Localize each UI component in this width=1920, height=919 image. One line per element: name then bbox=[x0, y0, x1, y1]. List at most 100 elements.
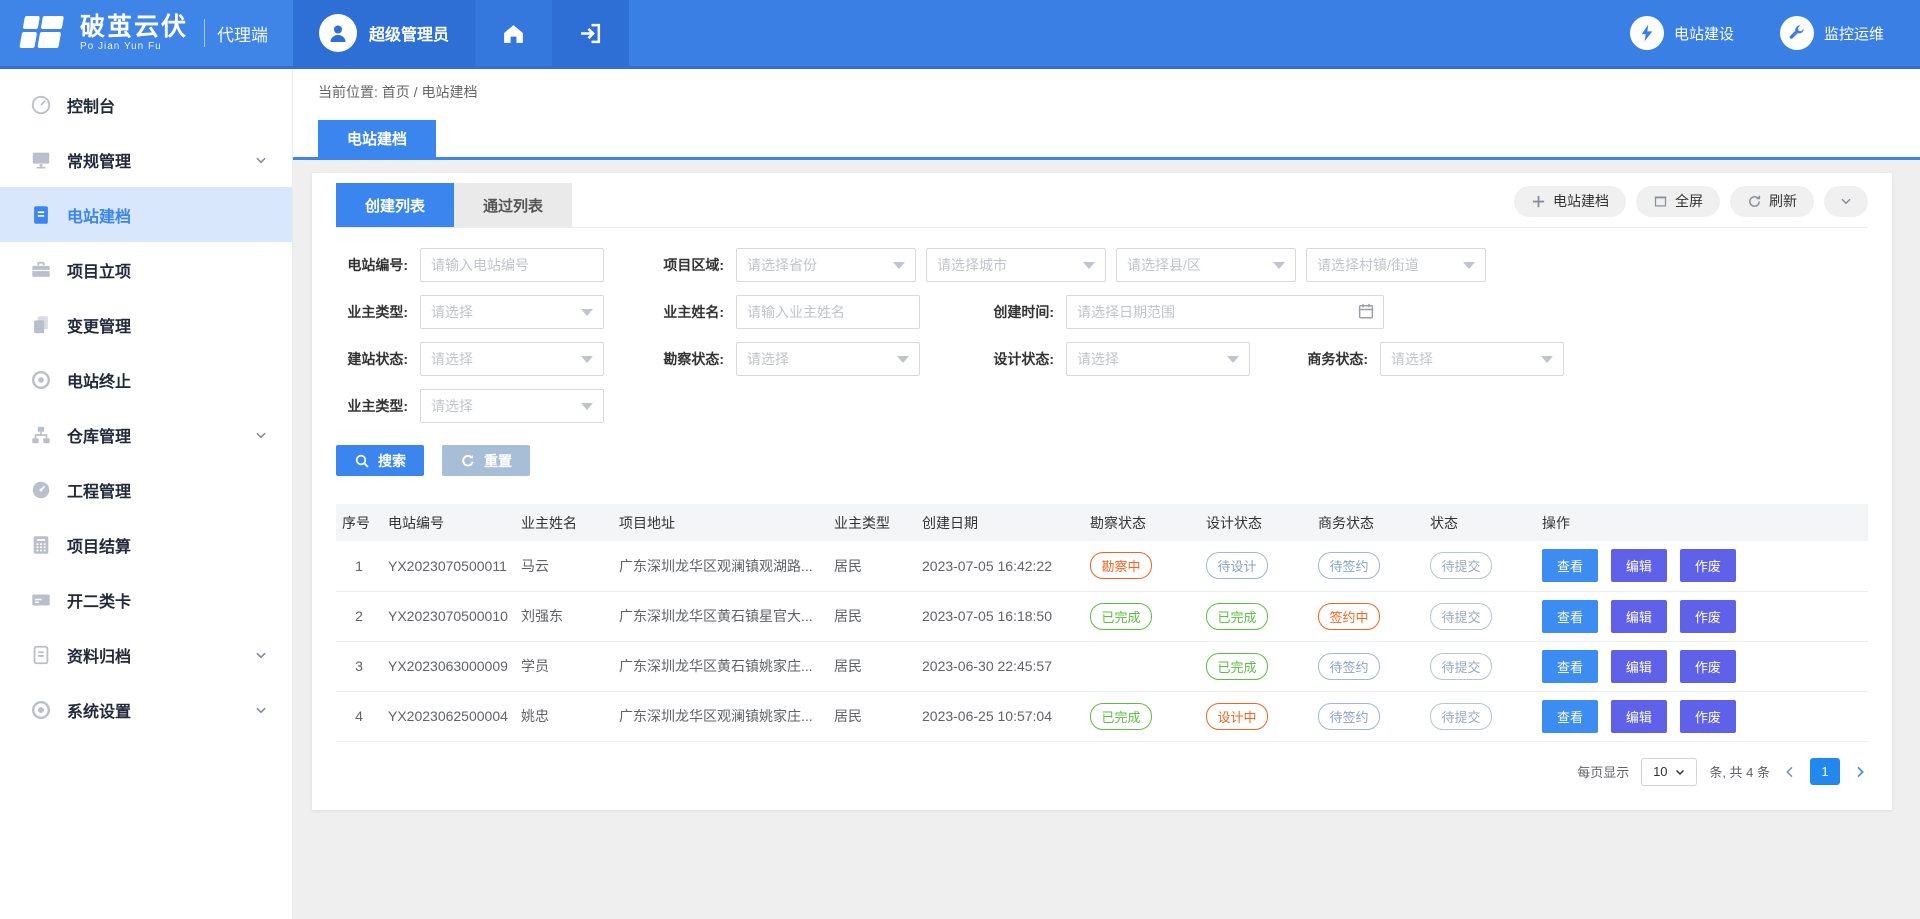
create-time-range-input[interactable] bbox=[1066, 295, 1384, 329]
sidebar-item-project-settlement[interactable]: 项目结算 bbox=[0, 517, 292, 572]
topbar: 破茧云伏 Po Jian Yun Fu 代理端 超级管理员 bbox=[0, 0, 1920, 69]
sidebar-item-class2-card[interactable]: 开二类卡 bbox=[0, 572, 292, 627]
view-button[interactable]: 查看 bbox=[1542, 600, 1598, 633]
quick-link-station-build[interactable]: 电站建设 bbox=[1630, 16, 1734, 50]
status-badge: 待提交 bbox=[1430, 552, 1492, 579]
page-tab-station-archive[interactable]: 电站建档 bbox=[318, 120, 436, 157]
card-icon bbox=[30, 589, 52, 611]
design-status-badge: 设计中 bbox=[1206, 703, 1268, 730]
void-button[interactable]: 作废 bbox=[1680, 600, 1736, 633]
sidebar-item-station-archive[interactable]: 电站建档 bbox=[0, 187, 292, 242]
void-button[interactable]: 作废 bbox=[1680, 700, 1736, 733]
page-number-button[interactable]: 1 bbox=[1810, 758, 1840, 785]
design-status-badge: 已完成 bbox=[1206, 603, 1268, 630]
chevron-down-icon bbox=[1674, 766, 1686, 778]
brand-subtitle: Po Jian Yun Fu bbox=[80, 41, 188, 52]
wrench-icon bbox=[1787, 24, 1806, 43]
void-button[interactable]: 作废 bbox=[1680, 549, 1736, 582]
content: 创建列表 通过列表 电站建档 全屏 bbox=[293, 160, 1920, 919]
caret-down-icon bbox=[897, 356, 909, 363]
caret-down-icon bbox=[1227, 356, 1239, 363]
search-button[interactable]: 搜索 bbox=[336, 445, 424, 476]
create-station-button[interactable]: 电站建档 bbox=[1514, 186, 1626, 217]
caret-down-icon bbox=[893, 262, 905, 269]
more-toggle-button[interactable] bbox=[1824, 186, 1868, 217]
view-button[interactable]: 查看 bbox=[1542, 700, 1598, 733]
topbar-segments: 超级管理员 bbox=[293, 0, 629, 66]
per-page-select[interactable]: 10 bbox=[1641, 758, 1697, 786]
build-status-select[interactable]: 请选择 bbox=[420, 342, 604, 376]
edit-button[interactable]: 编辑 bbox=[1611, 600, 1667, 633]
avatar bbox=[319, 14, 357, 52]
per-page-label: 每页显示 bbox=[1577, 762, 1629, 781]
prev-page-button[interactable] bbox=[1782, 764, 1798, 780]
caret-down-icon bbox=[581, 309, 593, 316]
sidebar-item-general-mgmt[interactable]: 常规管理 bbox=[0, 132, 292, 187]
calculator-icon bbox=[30, 534, 52, 556]
sidebar-item-system-settings[interactable]: 系统设置 bbox=[0, 682, 292, 737]
edit-button[interactable]: 编辑 bbox=[1611, 700, 1667, 733]
sidebar-item-warehouse-mgmt[interactable]: 仓库管理 bbox=[0, 407, 292, 462]
owner-type-select[interactable]: 请选择 bbox=[420, 295, 604, 329]
breadcrumb-label: 当前位置: bbox=[318, 84, 378, 100]
sidebar-item-project-initiation[interactable]: 项目立项 bbox=[0, 242, 292, 297]
void-button[interactable]: 作废 bbox=[1680, 650, 1736, 683]
design-status-select[interactable]: 请选择 bbox=[1066, 342, 1250, 376]
quick-link-monitor-ops[interactable]: 监控运维 bbox=[1780, 16, 1884, 50]
refresh-icon bbox=[1747, 194, 1762, 209]
chevron-down-icon bbox=[254, 428, 268, 442]
app-root: 破茧云伏 Po Jian Yun Fu 代理端 超级管理员 bbox=[0, 0, 1920, 919]
owner-name-input[interactable] bbox=[736, 295, 920, 329]
survey-status-badge: 已完成 bbox=[1090, 603, 1152, 630]
home-button[interactable] bbox=[475, 0, 552, 66]
stations-table: 序号 电站编号 业主姓名 项目地址 业主类型 创建日期 勘察状态 设计状态 商务… bbox=[336, 504, 1868, 742]
logout-button[interactable] bbox=[552, 0, 629, 66]
tab-create-list[interactable]: 创建列表 bbox=[336, 183, 454, 227]
sidebar-item-console[interactable]: 控制台 bbox=[0, 77, 292, 132]
district-select[interactable]: 请选择县/区 bbox=[1116, 248, 1296, 282]
quick-link-label: 电站建设 bbox=[1674, 23, 1734, 44]
chevron-down-icon bbox=[1839, 194, 1853, 208]
table-row: 2 YX2023070500010 刘强东 广东深圳龙华区黄石镇星官大... 居… bbox=[336, 591, 1868, 641]
refresh-button[interactable]: 刷新 bbox=[1730, 186, 1814, 217]
fullscreen-button[interactable]: 全屏 bbox=[1636, 186, 1720, 217]
reset-icon bbox=[460, 453, 476, 469]
gauge-icon bbox=[30, 94, 52, 116]
user-menu[interactable]: 超级管理员 bbox=[293, 0, 475, 66]
view-button[interactable]: 查看 bbox=[1542, 650, 1598, 683]
edit-button[interactable]: 编辑 bbox=[1611, 650, 1667, 683]
sidebar-item-data-archive[interactable]: 资料归档 bbox=[0, 627, 292, 682]
chevron-left-icon bbox=[1782, 764, 1798, 780]
reset-button[interactable]: 重置 bbox=[442, 445, 530, 476]
street-select[interactable]: 请选择村镇/街道 bbox=[1306, 248, 1486, 282]
edit-button[interactable]: 编辑 bbox=[1611, 549, 1667, 582]
pagination: 每页显示 10 条, 共 4 条 1 bbox=[336, 758, 1868, 786]
breadcrumb-path[interactable]: 首页 / 电站建档 bbox=[382, 84, 478, 100]
caret-down-icon bbox=[581, 356, 593, 363]
province-select[interactable]: 请选择省份 bbox=[736, 248, 916, 282]
filter-form: 电站编号: 项目区域: 请选择省份 请选择城市 请选择县/区 请选择村镇/街道 bbox=[336, 248, 1868, 423]
table-row: 3 YX2023063000009 学员 广东深圳龙华区黄石镇姚家庄... 居民… bbox=[336, 641, 1868, 691]
settings-icon bbox=[30, 699, 52, 721]
chevron-down-icon bbox=[254, 703, 268, 717]
archive-icon bbox=[30, 644, 52, 666]
owner-type-select-2[interactable]: 请选择 bbox=[420, 389, 604, 423]
view-button[interactable]: 查看 bbox=[1542, 549, 1598, 582]
business-status-select[interactable]: 请选择 bbox=[1380, 342, 1564, 376]
design-status-badge: 待设计 bbox=[1206, 552, 1268, 579]
sidebar-item-station-termination[interactable]: 电站终止 bbox=[0, 352, 292, 407]
survey-status-select[interactable]: 请选择 bbox=[736, 342, 920, 376]
page-header: 当前位置: 首页 / 电站建档 电站建档 bbox=[293, 69, 1920, 160]
city-select[interactable]: 请选择城市 bbox=[926, 248, 1106, 282]
tab-approved-list[interactable]: 通过列表 bbox=[454, 183, 572, 227]
brand-logo-icon bbox=[19, 16, 71, 50]
next-page-button[interactable] bbox=[1852, 764, 1868, 780]
sidebar-item-change-mgmt[interactable]: 变更管理 bbox=[0, 297, 292, 352]
station-no-input[interactable] bbox=[420, 248, 604, 282]
chevron-down-icon bbox=[254, 153, 268, 167]
brand-block: 破茧云伏 Po Jian Yun Fu 代理端 bbox=[0, 0, 293, 66]
copy-icon bbox=[30, 314, 52, 336]
total-label: 条, 共 4 条 bbox=[1709, 762, 1770, 781]
sidebar-item-engineering-mgmt[interactable]: 工程管理 bbox=[0, 462, 292, 517]
user-name: 超级管理员 bbox=[369, 21, 449, 45]
